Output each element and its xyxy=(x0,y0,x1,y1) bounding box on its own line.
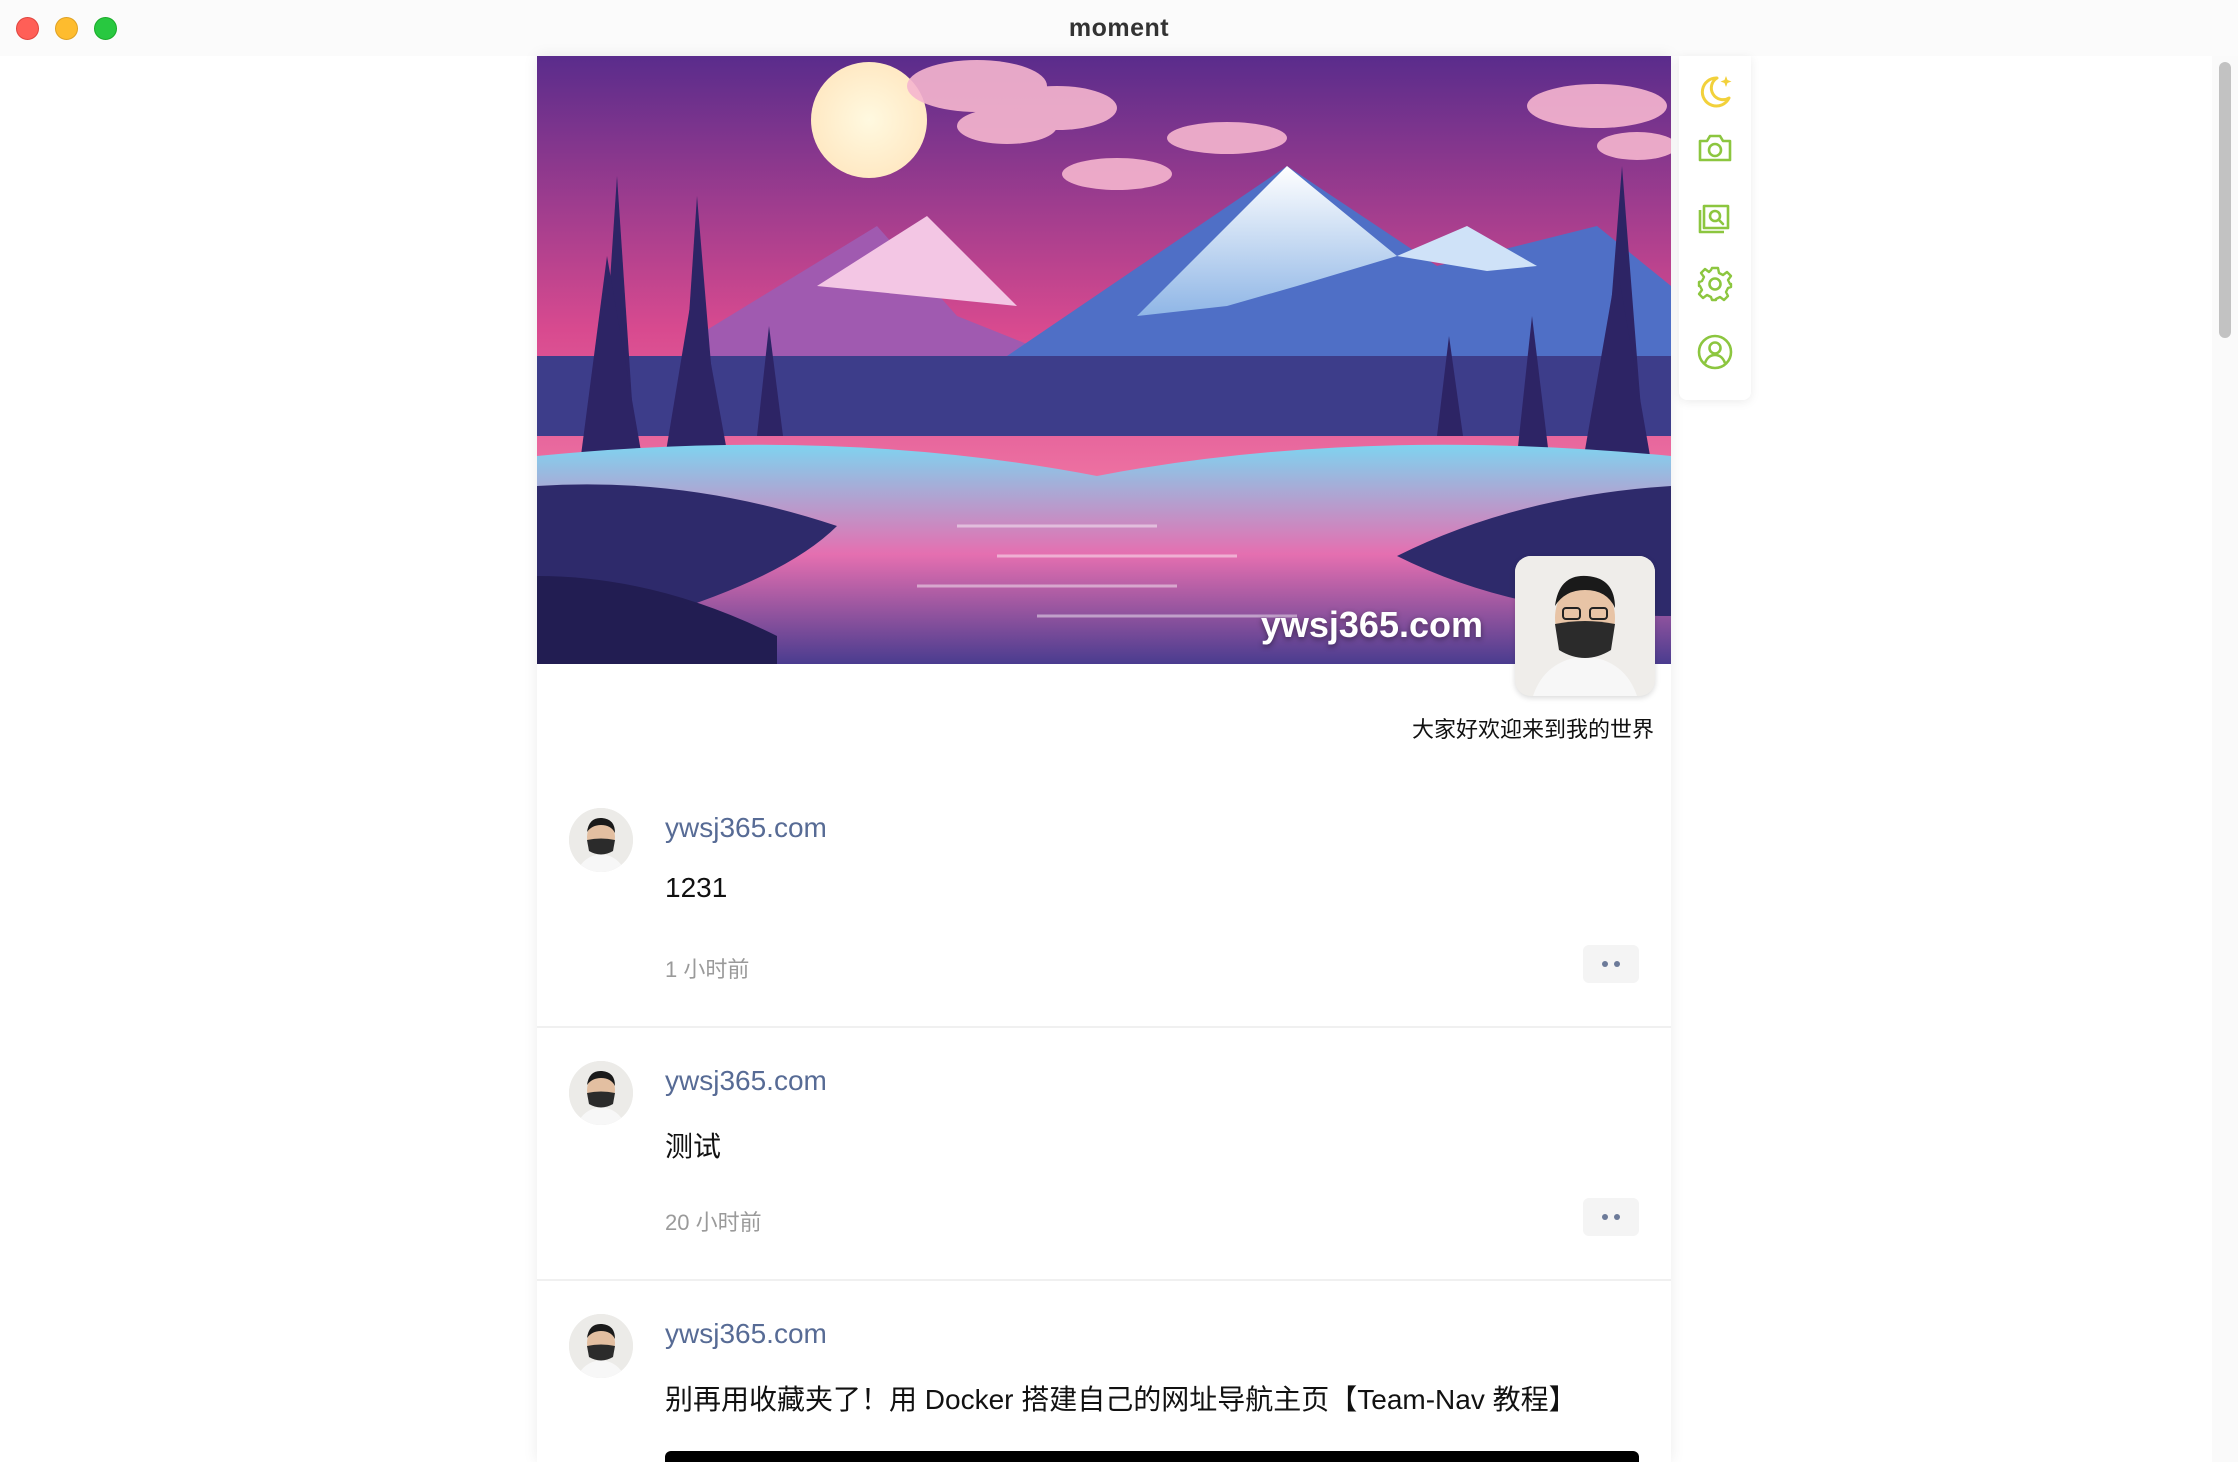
post-content[interactable]: 别再用收藏夹了！用 Docker 搭建自己的网址导航主页【Team-Nav 教程… xyxy=(665,1378,1577,1418)
side-toolbar xyxy=(1679,56,1751,400)
dot-icon xyxy=(1602,1214,1608,1220)
cover-site-name: ywsj365.com xyxy=(1260,604,1483,645)
minimize-window-button[interactable] xyxy=(55,17,78,40)
cover-banner: ywsj365.com xyxy=(537,56,1671,664)
image-search-button[interactable] xyxy=(1693,194,1737,238)
gear-icon xyxy=(1697,266,1733,302)
close-window-button[interactable] xyxy=(16,17,39,40)
post-content: 测试 xyxy=(665,1131,722,1162)
settings-button[interactable] xyxy=(1693,262,1737,306)
post-author-name[interactable]: ywsj365.com xyxy=(665,1065,827,1097)
camera-icon xyxy=(1698,134,1732,162)
camera-button[interactable] xyxy=(1693,126,1737,170)
post-author-avatar[interactable] xyxy=(569,1061,633,1125)
image-search-icon xyxy=(1698,204,1730,234)
moon-icon xyxy=(1700,76,1732,108)
cover-landscape-image xyxy=(537,56,1671,664)
window-controls xyxy=(16,17,117,40)
dot-icon xyxy=(1614,961,1620,967)
moment-post: ywsj365.com 测试 20 小时前 xyxy=(537,1061,1671,1281)
vertical-scrollbar[interactable] xyxy=(2212,56,2238,1462)
theme-toggle-button[interactable] xyxy=(1693,70,1737,114)
scrollbar-thumb[interactable] xyxy=(2219,62,2231,338)
profile-signature: 大家好欢迎来到我的世界 xyxy=(1411,717,1654,742)
post-author-avatar[interactable] xyxy=(569,808,633,872)
profile-photo xyxy=(1515,556,1655,696)
dot-icon xyxy=(1614,1214,1620,1220)
moment-post: ywsj365.com 1231 1 小时前 xyxy=(537,808,1671,1028)
post-author-name[interactable]: ywsj365.com xyxy=(665,812,827,844)
window-title: moment xyxy=(1068,13,1170,42)
post-avatar-photo xyxy=(569,1314,633,1378)
post-content: 1231 xyxy=(665,872,728,903)
post-author-name[interactable]: ywsj365.com xyxy=(665,1318,827,1350)
post-timestamp: 20 小时前 xyxy=(665,1210,762,1235)
post-link-preview-image[interactable] xyxy=(665,1451,1639,1462)
app-window: moment ywsj365.com 大家好欢迎来到我的世界 ywsj365.c… xyxy=(0,0,2238,1462)
maximize-window-button[interactable] xyxy=(94,17,117,40)
post-avatar-photo xyxy=(569,808,633,872)
post-more-button[interactable] xyxy=(1583,945,1639,983)
post-divider xyxy=(537,1279,1671,1281)
post-avatar-photo xyxy=(569,1061,633,1125)
post-author-avatar[interactable] xyxy=(569,1314,633,1378)
title-bar: moment xyxy=(0,0,2238,56)
user-circle-icon xyxy=(1697,334,1733,370)
user-profile-button[interactable] xyxy=(1693,330,1737,374)
moments-feed[interactable]: ywsj365.com 大家好欢迎来到我的世界 ywsj365.com 1231… xyxy=(537,56,1671,1462)
post-more-button[interactable] xyxy=(1583,1198,1639,1236)
post-timestamp: 1 小时前 xyxy=(665,957,750,982)
moment-post: ywsj365.com 别再用收藏夹了！用 Docker 搭建自己的网址导航主页… xyxy=(537,1314,1671,1462)
dot-icon xyxy=(1602,961,1608,967)
profile-avatar[interactable] xyxy=(1515,556,1655,696)
post-divider xyxy=(537,1026,1671,1028)
